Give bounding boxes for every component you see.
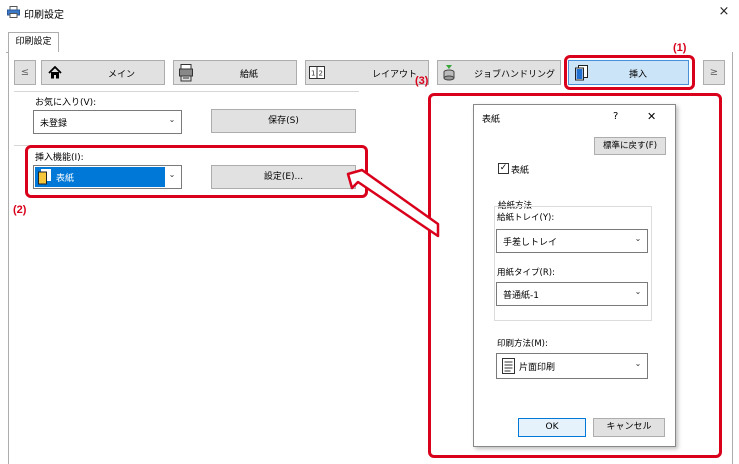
job-handling-icon (443, 65, 455, 81)
window-close-button[interactable]: × (715, 3, 733, 21)
chevron-down-icon: ⌄ (634, 287, 642, 296)
callout-2-frame (25, 145, 368, 198)
tray-value: 手差しトレイ (503, 238, 558, 248)
tray-select[interactable]: 手差しトレイ ⌄ (496, 229, 648, 253)
dialog-help-button[interactable]: ? (613, 111, 618, 122)
callout-connector (346, 168, 440, 238)
title-bar (0, 0, 739, 24)
callout-1-label: (1) (673, 42, 687, 54)
chevron-down-icon: ⌄ (634, 359, 642, 368)
save-favorite-button[interactable]: 保存(S) (211, 109, 356, 133)
printer-icon (7, 6, 20, 18)
nav-prev-button[interactable]: ≤ (14, 60, 36, 85)
nav-tab-label: レイアウト (372, 70, 418, 80)
callout-1-frame (564, 55, 695, 90)
svg-text:2: 2 (319, 70, 323, 78)
tab-print-settings[interactable]: 印刷設定 (8, 32, 59, 53)
print-method-select[interactable]: 片面印刷 ⌄ (496, 353, 648, 379)
favorites-label: お気に入り(V): (35, 98, 97, 108)
ok-button[interactable]: OK (518, 418, 586, 437)
cover-checkbox[interactable]: ✓ (498, 163, 509, 174)
print-method-value: 片面印刷 (519, 363, 556, 373)
chevron-down-icon: ⌄ (634, 234, 642, 243)
nav-tab-label: メイン (108, 70, 136, 80)
home-icon (48, 66, 62, 79)
reset-defaults-button[interactable]: 標準に戻す(F) (594, 137, 666, 155)
favorites-value: 未登録 (40, 119, 68, 129)
paper-tray-icon (179, 64, 193, 82)
print-method-label: 印刷方法(M): (497, 339, 548, 349)
svg-text:1: 1 (311, 70, 315, 78)
callout-3-label: (3) (415, 75, 429, 87)
nav-next-button[interactable]: ≥ (703, 60, 725, 85)
nav-tab-layout[interactable]: 1 2 レイアウト (305, 60, 429, 85)
cover-checkbox-label: 表紙 (511, 166, 530, 176)
document-icon (502, 358, 515, 374)
paper-type-select[interactable]: 普通紙-1 ⌄ (496, 282, 648, 306)
chevron-down-icon: ⌄ (168, 115, 176, 124)
dialog-close-button[interactable]: ✕ (647, 110, 656, 123)
section-divider (14, 91, 359, 92)
dialog-title: 表紙 (482, 115, 501, 125)
nav-tab-main[interactable]: メイン (41, 60, 165, 85)
paper-type-label: 用紙タイプ(R): (497, 268, 555, 278)
favorites-select[interactable]: 未登録 ⌄ (33, 110, 182, 134)
nav-tab-job-handling[interactable]: ジョブハンドリング (437, 60, 561, 85)
cancel-button[interactable]: キャンセル (593, 418, 665, 437)
layout-icon: 1 2 (309, 66, 325, 79)
nav-tab-label: 給紙 (240, 70, 259, 80)
window-title: 印刷設定 (24, 10, 64, 21)
nav-tab-paper-source[interactable]: 給紙 (173, 60, 297, 85)
callout-2-label: (2) (13, 204, 27, 216)
nav-tab-label: ジョブハンドリング (474, 70, 556, 80)
paper-type-value: 普通紙-1 (503, 291, 539, 301)
tray-label: 給紙トレイ(Y): (497, 213, 555, 223)
